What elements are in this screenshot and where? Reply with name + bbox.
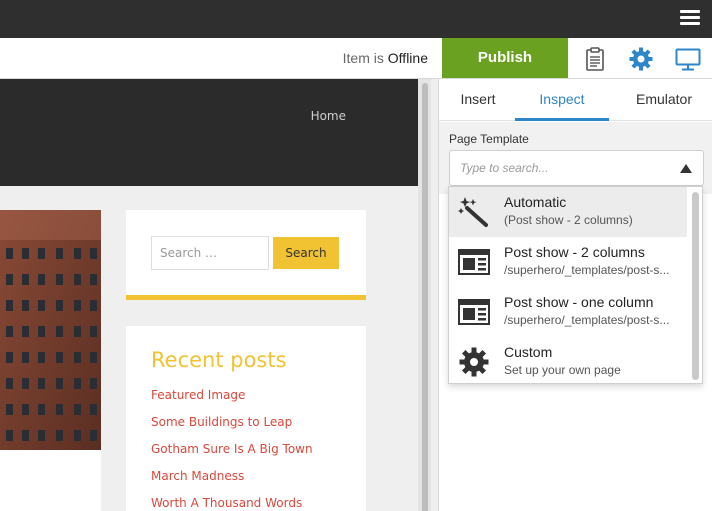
option-title: Custom [504,344,553,360]
site-preview: Home Search … Search Recent posts Featur… [0,79,431,511]
option-subtitle: (Post show - 2 columns) [504,213,633,227]
recent-post-link[interactable]: March Madness [151,469,313,496]
page-template-section: Page Template Type to search... [439,122,712,194]
page-template-dropdown: Automatic (Post show - 2 columns) Post s… [448,186,703,384]
caret-up-icon[interactable] [680,164,692,173]
toolbar: Item is Offline Publish [0,38,712,79]
search-widget: Search … Search [126,210,366,300]
top-bar [0,0,712,38]
publish-button[interactable]: Publish [442,38,568,78]
option-subtitle: Set up your own page [504,363,621,377]
site-header: Home [0,79,418,186]
recent-post-link[interactable]: Featured Image [151,388,313,415]
recent-post-link[interactable]: Worth A Thousand Words [151,496,313,511]
page-template-label: Page Template [449,132,529,146]
recent-posts-widget: Recent posts Featured Image Some Buildin… [126,326,366,511]
site-search-input[interactable]: Search … [151,236,269,270]
preview-scrollbar-thumb[interactable] [422,83,428,511]
layout-icon [458,296,490,328]
page-template-search-input[interactable]: Type to search... [460,161,548,175]
recent-posts-list: Featured Image Some Buildings to Leap Go… [151,388,313,511]
hamburger-menu-icon[interactable] [680,10,700,26]
option-subtitle: /superhero/_templates/post-s... [504,313,670,327]
post-content-area [0,450,101,511]
featured-building-image [0,210,101,450]
tab-insert[interactable]: Insert [447,79,509,121]
template-option-two-columns[interactable]: Post show - 2 columns /superhero/_templa… [449,237,687,287]
option-subtitle: /superhero/_templates/post-s... [504,263,670,277]
template-option-automatic[interactable]: Automatic (Post show - 2 columns) [449,187,687,237]
preview-scrollbar[interactable] [418,79,431,511]
magic-wand-icon [458,196,490,228]
option-title: Post show - 2 columns [504,244,645,260]
status-value: Offline [387,50,428,66]
desktop-icon[interactable] [675,46,701,72]
recent-post-link[interactable]: Gotham Sure Is A Big Town [151,442,313,469]
dropdown-scrollbar[interactable] [692,192,699,380]
tab-emulator[interactable]: Emulator [627,79,701,121]
tab-inspect[interactable]: Inspect [515,79,609,121]
recent-post-link[interactable]: Some Buildings to Leap [151,415,313,442]
template-option-one-column[interactable]: Post show - one column /superhero/_templ… [449,287,687,337]
option-title: Automatic [504,194,567,210]
gear-icon [458,346,490,378]
nav-home-link[interactable]: Home [311,109,346,123]
site-search-button[interactable]: Search [273,237,339,269]
item-status: Item is Offline [343,50,428,66]
layout-icon [458,246,490,278]
option-title: Post show - one column [504,294,654,310]
page-template-select[interactable]: Type to search... [449,150,704,186]
panel-tabs: Insert Inspect Emulator [439,79,712,121]
status-prefix: Item is [342,50,384,66]
recent-posts-title: Recent posts [151,348,287,372]
template-option-custom[interactable]: Custom Set up your own page [449,337,687,383]
gear-icon[interactable] [628,46,654,72]
clipboard-icon[interactable] [582,46,608,72]
